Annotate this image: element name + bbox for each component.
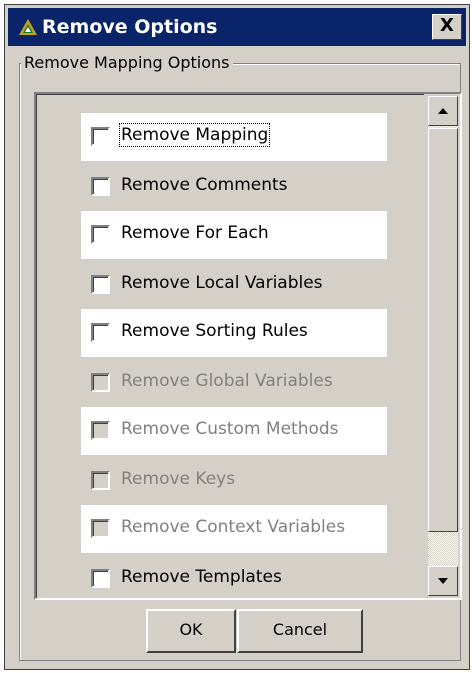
option-label: Remove For Each xyxy=(121,223,269,243)
option-remove-local-variables[interactable]: Remove Local Variables xyxy=(81,261,387,309)
checkbox[interactable] xyxy=(91,225,110,244)
option-remove-context-variables: Remove Context Variables xyxy=(81,505,387,553)
options-list-panel: Remove Mapping Remove Comments Remove Fo… xyxy=(34,92,462,600)
option-remove-templates[interactable]: Remove Templates xyxy=(81,555,387,598)
arrow-up-icon xyxy=(438,108,448,114)
close-icon: X xyxy=(440,15,454,36)
checkbox xyxy=(91,421,110,440)
option-label: Remove Templates xyxy=(121,567,282,587)
option-label: Remove Custom Methods xyxy=(121,419,339,439)
title-bar[interactable]: Remove Options X xyxy=(8,8,466,46)
checkbox xyxy=(91,471,110,490)
option-label: Remove Global Variables xyxy=(121,371,333,391)
option-label: Remove Context Variables xyxy=(121,517,346,537)
vertical-scrollbar[interactable] xyxy=(426,94,460,598)
option-remove-keys: Remove Keys xyxy=(81,457,387,505)
checkbox xyxy=(91,519,110,538)
ok-button[interactable]: OK xyxy=(146,609,236,653)
checkbox[interactable] xyxy=(91,323,110,342)
option-remove-sorting-rules[interactable]: Remove Sorting Rules xyxy=(81,309,387,357)
scroll-down-button[interactable] xyxy=(428,566,458,596)
option-remove-mapping[interactable]: Remove Mapping xyxy=(81,113,387,161)
option-label: Remove Local Variables xyxy=(121,273,323,293)
option-remove-for-each[interactable]: Remove For Each xyxy=(81,211,387,259)
app-triangle-icon xyxy=(19,19,37,35)
checkbox[interactable] xyxy=(91,569,110,588)
option-remove-comments[interactable]: Remove Comments xyxy=(81,163,387,211)
option-label: Remove Keys xyxy=(121,469,236,489)
checkbox xyxy=(91,373,110,392)
checkbox[interactable] xyxy=(91,177,110,196)
option-label: Remove Sorting Rules xyxy=(121,321,308,341)
scroll-thumb[interactable] xyxy=(428,128,458,532)
scroll-up-button[interactable] xyxy=(428,96,458,126)
options-list: Remove Mapping Remove Comments Remove Fo… xyxy=(36,94,424,598)
option-remove-custom-methods: Remove Custom Methods xyxy=(81,407,387,455)
window-title: Remove Options xyxy=(42,16,218,38)
remove-options-dialog: Remove Options X Remove Mapping Options … xyxy=(4,4,470,670)
checkbox[interactable] xyxy=(91,127,110,146)
option-remove-global-variables: Remove Global Variables xyxy=(81,359,387,407)
close-button[interactable]: X xyxy=(432,14,462,40)
group-legend: Remove Mapping Options xyxy=(21,53,233,72)
cancel-button[interactable]: Cancel xyxy=(237,609,363,653)
arrow-down-icon xyxy=(438,578,448,584)
checkbox[interactable] xyxy=(91,275,110,294)
option-label: Remove Comments xyxy=(121,175,288,195)
option-label: Remove Mapping xyxy=(118,123,271,147)
